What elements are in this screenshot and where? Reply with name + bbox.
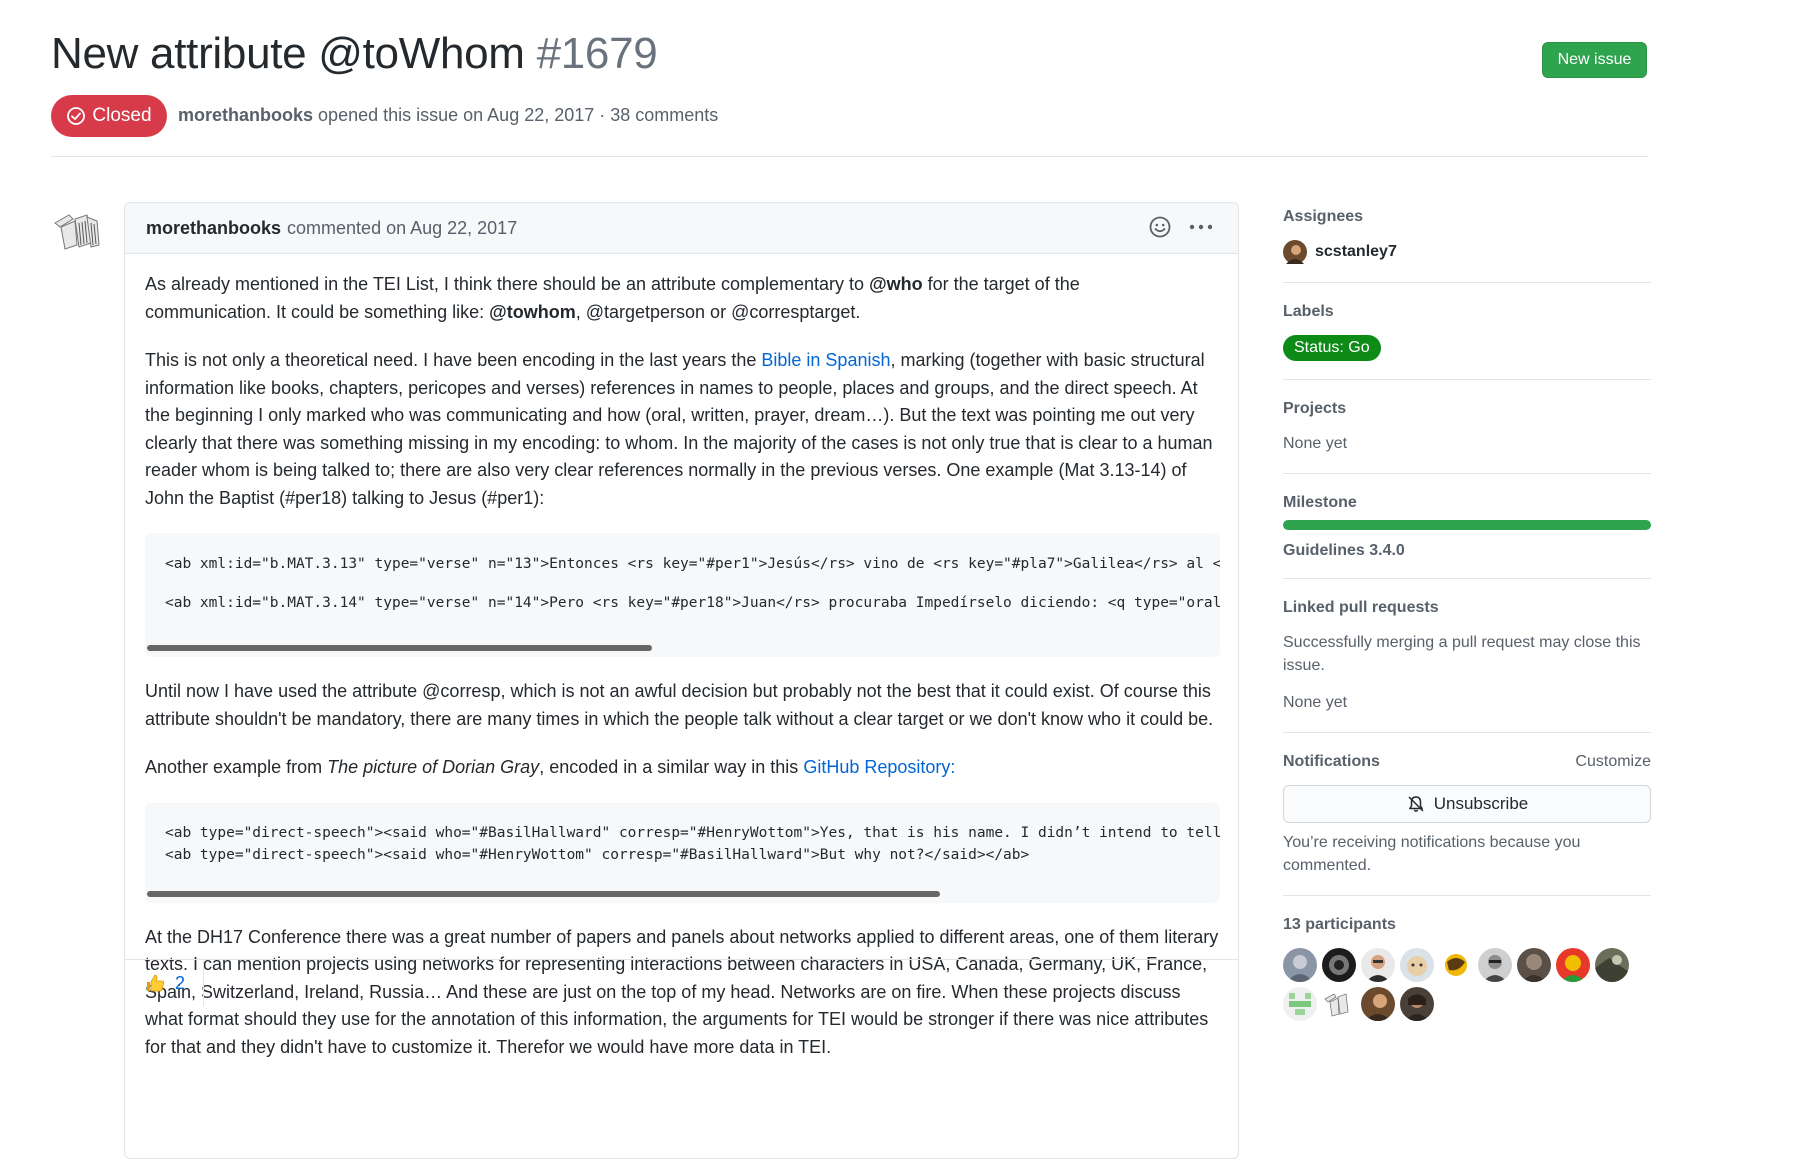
p1-towhom-attr: @towhom — [489, 301, 576, 322]
participant-avatar[interactable] — [1556, 948, 1590, 982]
code-block-1-line-2: <ab xml:id="b.MAT.3.14" type="verse" n="… — [165, 595, 1220, 611]
issue-page: New attribute @toWhom #1679 New issue Cl… — [0, 0, 1793, 1159]
thumbs-up-icon — [147, 974, 164, 992]
smiley-icon[interactable] — [1148, 215, 1172, 239]
code-block-1-scrollbar[interactable] — [147, 645, 652, 651]
milestone-section: Milestone Guidelines 3.4.0 — [1283, 494, 1651, 579]
participant-avatar[interactable] — [1361, 948, 1395, 982]
p4-text-b: , encoded in a similar way in this — [539, 757, 804, 777]
notifications-heading: Notifications Customize — [1283, 753, 1651, 771]
participant-avatar[interactable] — [1517, 948, 1551, 982]
milestone-progress-bar — [1283, 520, 1651, 530]
bell-slash-icon — [1408, 796, 1424, 812]
projects-heading[interactable]: Projects — [1283, 400, 1651, 418]
assignee-name: scstanley7 — [1315, 243, 1397, 260]
assignees-heading[interactable]: Assignees — [1283, 208, 1651, 226]
milestone-heading[interactable]: Milestone — [1283, 494, 1651, 512]
participants-heading-text: 13 participants — [1283, 916, 1396, 933]
thumbs-up-reaction[interactable]: 2 — [125, 960, 205, 1006]
milestone-name[interactable]: Guidelines 3.4.0 — [1283, 542, 1651, 560]
milestone-heading-text: Milestone — [1283, 494, 1357, 511]
assignees-heading-text: Assignees — [1283, 208, 1364, 225]
state-badge: Closed — [51, 95, 167, 137]
code-block-1-line-1: <ab xml:id="b.MAT.3.13" type="verse" n="… — [165, 556, 1220, 572]
new-issue-button[interactable]: New issue — [1542, 42, 1647, 78]
comment-header: morethanbooks commented on Aug 22, 2017 — [125, 203, 1238, 254]
paragraph-2: This is not only a theoretical need. I h… — [145, 347, 1220, 512]
participant-avatar[interactable] — [1400, 987, 1434, 1021]
labels-section: Labels Status: Go — [1283, 303, 1651, 380]
participant-avatar[interactable] — [1439, 948, 1473, 982]
linked-prs-heading: Linked pull requests — [1283, 599, 1651, 617]
label-status-go[interactable]: Status: Go — [1283, 335, 1381, 361]
issue-sidebar: Assignees scstanley7 Labels Status: Go P… — [1283, 208, 1651, 1021]
issue-title: New attribute @toWhom #1679 — [51, 26, 658, 82]
participant-avatar[interactable] — [1361, 987, 1395, 1021]
unsubscribe-label: Unsubscribe — [1433, 794, 1529, 813]
assignees-section: Assignees scstanley7 — [1283, 208, 1651, 283]
participant-avatar[interactable] — [1283, 948, 1317, 982]
code-block-1: <ab xml:id="b.MAT.3.13" type="verse" n="… — [145, 533, 1220, 657]
linked-prs-section: Linked pull requests Successfully mergin… — [1283, 599, 1651, 733]
participants-section: 13 participants — [1283, 916, 1651, 1021]
participants-heading: 13 participants — [1283, 916, 1651, 934]
paragraph-1: As already mentioned in the TEI List, I … — [145, 271, 1155, 326]
comment-date[interactable]: commented on Aug 22, 2017 — [287, 218, 517, 239]
kebab-horizontal-icon[interactable] — [1188, 215, 1214, 239]
code-block-2-line-1: <ab type="direct-speech"><said who="#Bas… — [165, 824, 1220, 841]
notifications-heading-text: Notifications — [1283, 753, 1380, 770]
notifications-section: Notifications Customize Unsubscribe You’… — [1283, 753, 1651, 896]
projects-heading-text: Projects — [1283, 400, 1347, 417]
code-block-2-line-2: <ab type="direct-speech"><said who="#Hen… — [165, 846, 1030, 863]
assignee-item[interactable]: scstanley7 — [1283, 240, 1651, 264]
participants-list — [1283, 948, 1651, 1021]
code-block-2-scrollbar[interactable] — [147, 890, 940, 897]
participant-avatar[interactable] — [1322, 948, 1356, 982]
p4-text-a: Another example from — [145, 757, 328, 777]
labels-heading-text: Labels — [1283, 303, 1334, 320]
participant-avatar[interactable] — [1478, 948, 1512, 982]
author-avatar[interactable] — [51, 205, 103, 257]
comment-author-link[interactable]: morethanbooks — [146, 218, 281, 239]
projects-section: Projects None yet — [1283, 400, 1651, 474]
github-repository-link[interactable]: GitHub Repository: — [803, 757, 955, 777]
bible-in-spanish-link[interactable]: Bible in Spanish — [761, 350, 890, 370]
code-block-2: <ab type="direct-speech"><said who="#Bas… — [145, 802, 1220, 903]
p2-text-a: This is not only a theoretical need. I h… — [145, 350, 762, 370]
linked-prs-value: None yet — [1283, 694, 1348, 711]
p4-book-title: The picture of Dorian Gray — [327, 757, 540, 777]
comment-box: morethanbooks commented on Aug 22, 2017 … — [124, 202, 1239, 1159]
participant-avatar[interactable] — [1322, 987, 1356, 1021]
p1-text-a: As already mentioned in the TEI List, I … — [145, 274, 870, 294]
p2-text-b: , marking (together with basic structura… — [145, 350, 1213, 508]
participant-avatar[interactable] — [1400, 948, 1434, 982]
comment-header-actions — [1148, 215, 1214, 239]
unsubscribe-button[interactable]: Unsubscribe — [1283, 785, 1651, 823]
notifications-reason: You’re receiving notifications because y… — [1283, 834, 1581, 874]
issue-number: #1679 — [536, 29, 658, 78]
labels-heading[interactable]: Labels — [1283, 303, 1651, 321]
issue-meta: morethanbooks opened this issue on Aug 2… — [178, 102, 718, 128]
reactions-bar: 2 — [125, 959, 1238, 1006]
paragraph-4: Another example from The picture of Dori… — [145, 754, 1220, 782]
paragraph-3: Until now I have used the attribute @cor… — [145, 681, 1214, 729]
participant-avatar[interactable] — [1283, 987, 1317, 1021]
p1-who-attr: @who — [869, 274, 923, 294]
p1-text-e: , @targetperson or @corresptarget. — [575, 301, 861, 322]
state-label: Closed — [92, 105, 152, 126]
assignee-avatar — [1283, 240, 1307, 264]
issue-author-link[interactable]: morethanbooks — [178, 105, 313, 125]
thumbs-up-count: 2 — [175, 972, 186, 993]
projects-value: None yet — [1283, 435, 1348, 452]
header-divider — [51, 156, 1648, 157]
participant-avatar[interactable] — [1595, 948, 1629, 982]
issue-title-text: New attribute @toWhom — [51, 29, 525, 78]
customize-link[interactable]: Customize — [1575, 753, 1651, 771]
linked-prs-heading-text: Linked pull requests — [1283, 599, 1439, 616]
linked-prs-note: Successfully merging a pull request may … — [1283, 634, 1641, 674]
issue-opened-text: opened this issue on Aug 22, 2017 · 38 c… — [318, 105, 719, 125]
closed-check-icon — [67, 107, 86, 125]
